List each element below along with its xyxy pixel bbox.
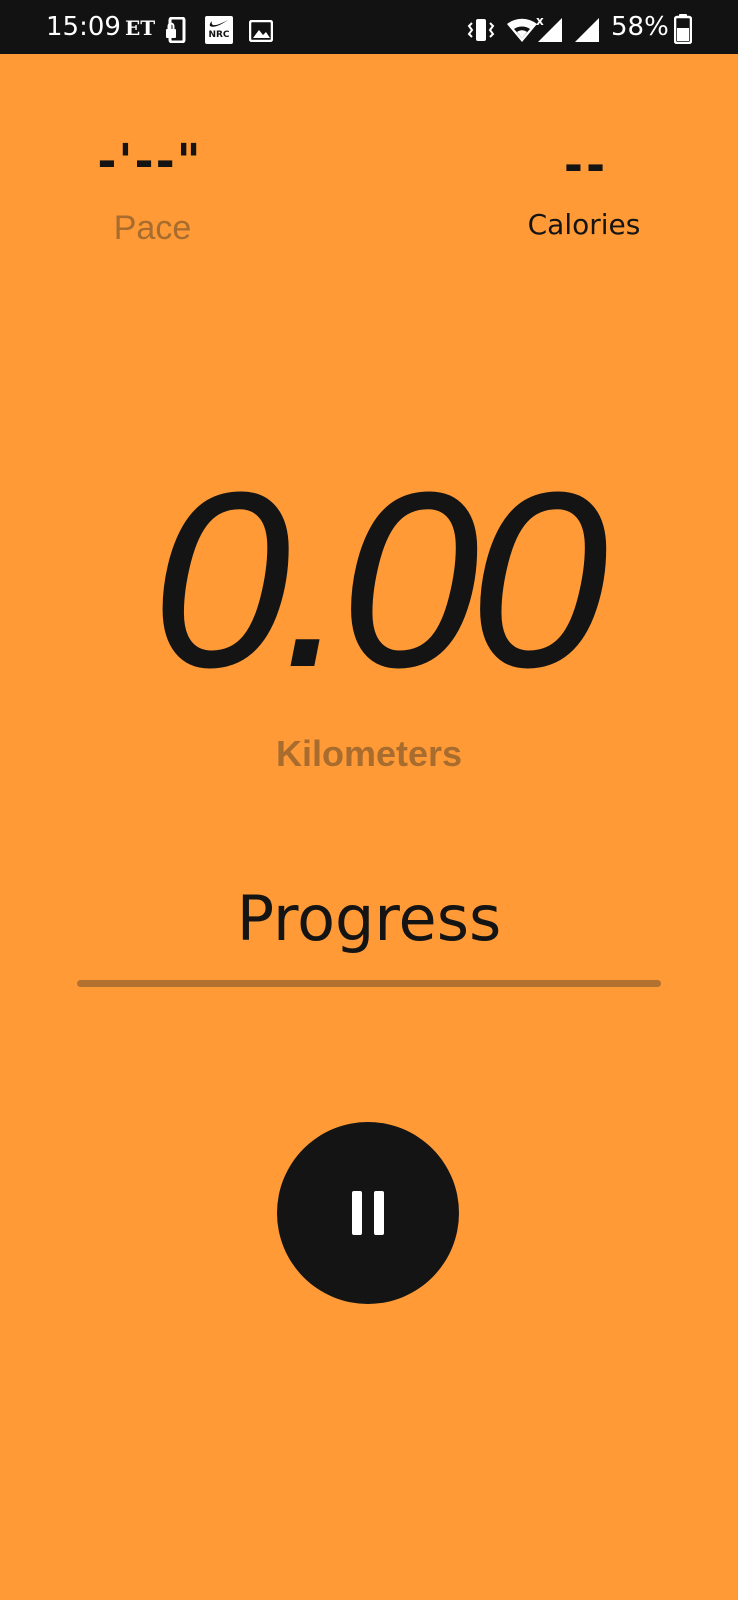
pause-button[interactable] [277,1122,459,1304]
lock-phone-icon [166,17,186,43]
calories-value: -- [563,138,609,192]
progress-title: Progress [236,882,502,955]
pace-label: Pace [113,209,192,247]
nrc-label: NRC [208,30,230,40]
distance-unit-label: Kilometers [275,733,463,774]
signal-icon [538,18,562,42]
status-bar: 15:09 ET NRC x 58% [0,0,738,54]
status-time: 15:09 [46,12,121,42]
calories-label: Calories [527,208,641,241]
signal-icon [575,18,599,42]
carrier-text: ET [125,16,156,40]
pace-value: -'--" [97,134,203,188]
vibrate-icon [467,19,495,41]
distance-value: 0.00 [151,440,609,719]
gallery-icon [249,20,273,42]
progress-bar [77,980,661,987]
battery-icon [674,14,692,44]
battery-percent: 58% [611,12,669,42]
nrc-app-icon: NRC [205,16,233,44]
